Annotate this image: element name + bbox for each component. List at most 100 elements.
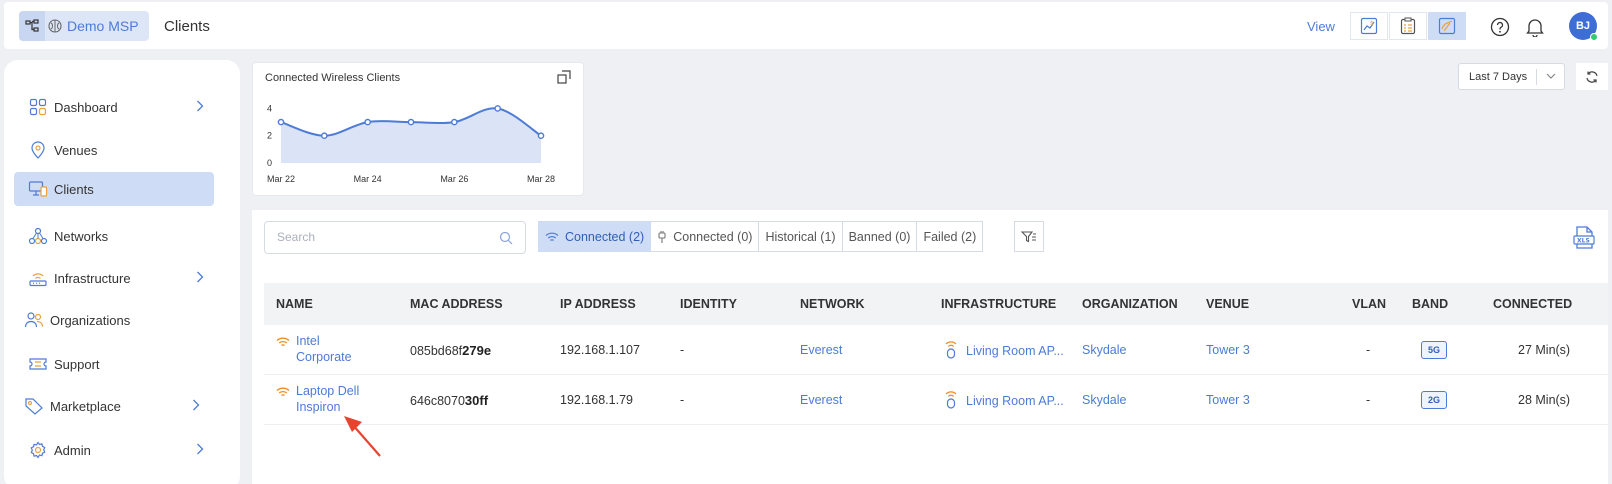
organization-link[interactable]: Skydale xyxy=(1082,393,1126,407)
tab-connected-wired[interactable]: Connected (0) xyxy=(651,221,760,252)
wired-plug-icon xyxy=(657,230,667,244)
org-name[interactable]: Demo MSP xyxy=(67,18,139,34)
refresh-button[interactable] xyxy=(1576,63,1608,90)
mac-prefix: 646c8070 xyxy=(410,394,465,408)
search-box[interactable] xyxy=(264,221,526,254)
chart-x-tick-label: Mar 22 xyxy=(267,174,295,184)
access-point-icon xyxy=(944,339,958,362)
chevron-right-icon xyxy=(193,399,200,411)
infrastructure-link[interactable]: Living Room AP... xyxy=(944,339,1064,362)
chart-point xyxy=(494,105,501,112)
infrastructure-link[interactable]: Living Room AP... xyxy=(944,389,1064,412)
ip-address: 192.168.1.79 xyxy=(560,393,633,407)
export-xls-button[interactable]: XLS xyxy=(1573,226,1595,255)
hierarchy-icon[interactable] xyxy=(19,11,45,41)
tab-label: Connected (0) xyxy=(673,229,753,244)
sidebar-item-organizations[interactable]: Organizations xyxy=(10,303,210,337)
date-range-value: Last 7 Days xyxy=(1469,70,1528,83)
venue-link[interactable]: Tower 3 xyxy=(1206,343,1250,357)
wifi-icon xyxy=(545,231,559,243)
client-name-link[interactable]: Laptop Dell Inspiron xyxy=(296,383,359,415)
sidebar-item-label: Networks xyxy=(54,228,109,244)
help-icon[interactable] xyxy=(1489,16,1511,38)
sidebar-item-networks[interactable]: Networks xyxy=(14,219,214,253)
column-header-organization[interactable]: ORGANIZATION xyxy=(1082,297,1178,311)
network-link[interactable]: Everest xyxy=(800,343,842,357)
client-name-link[interactable]: Intel Corporate xyxy=(296,333,352,365)
chevron-down-icon xyxy=(1546,73,1556,79)
sidebar-item-support[interactable]: Support xyxy=(14,347,214,381)
chart-point xyxy=(537,132,545,140)
band-badge: 2G xyxy=(1421,391,1447,409)
tab-historical[interactable]: Historical (1) xyxy=(759,221,843,252)
column-header-band[interactable]: BAND xyxy=(1412,297,1448,311)
tab-failed[interactable]: Failed (2) xyxy=(917,221,984,252)
table-row[interactable]: Laptop Dell Inspiron 646c807030ff 192.16… xyxy=(264,375,1608,425)
table-header: NAME MAC ADDRESS IP ADDRESS IDENTITY NET… xyxy=(264,283,1608,325)
users-icon xyxy=(22,308,46,332)
tab-label: Connected (2) xyxy=(565,229,645,244)
filter-button[interactable] xyxy=(1014,221,1044,252)
sidebar-item-dashboard[interactable]: Dashboard xyxy=(14,90,214,124)
org-switcher[interactable]: Demo MSP xyxy=(19,11,149,41)
avatar-initials: BJ xyxy=(1575,20,1591,32)
column-header-identity[interactable]: IDENTITY xyxy=(680,297,737,311)
view-finance-button[interactable]: $ xyxy=(1350,12,1388,40)
sidebar-item-label: Admin xyxy=(54,442,91,458)
date-range-select[interactable]: Last 7 Days xyxy=(1458,63,1565,90)
column-header-network[interactable]: NETWORK xyxy=(800,297,865,311)
chart-x-tick-label: Mar 26 xyxy=(440,174,468,184)
bell-icon[interactable] xyxy=(1524,16,1546,38)
client-name-cell[interactable]: Laptop Dell Inspiron xyxy=(276,383,359,415)
organization-link[interactable]: Skydale xyxy=(1082,343,1126,357)
router-icon xyxy=(26,266,50,290)
area-chart: 0 2 4 Mar 22 Mar 24 Mar 26 Mar 28 xyxy=(267,103,555,184)
infrastructure-name[interactable]: Living Room AP... xyxy=(966,344,1064,358)
network-map-icon xyxy=(1438,17,1456,35)
column-header-name[interactable]: NAME xyxy=(276,297,313,311)
network-link[interactable]: Everest xyxy=(800,393,842,407)
wifi-signal-icon xyxy=(276,335,290,365)
column-header-connected[interactable]: CONNECTED xyxy=(1493,297,1572,311)
mac-suffix: 279e xyxy=(462,343,492,358)
view-network-button[interactable] xyxy=(1428,12,1466,40)
svg-text:$: $ xyxy=(1370,20,1374,27)
sidebar-item-admin[interactable]: Admin xyxy=(14,433,214,467)
ticket-icon xyxy=(26,352,50,376)
mac-address: 085bd68f279e xyxy=(410,343,491,358)
venue-link[interactable]: Tower 3 xyxy=(1206,393,1250,407)
tab-connected-wireless[interactable]: Connected (2) xyxy=(538,221,652,252)
column-header-ip[interactable]: IP ADDRESS xyxy=(560,297,636,311)
client-name-line[interactable]: Laptop Dell xyxy=(296,383,359,399)
view-checklist-button[interactable] xyxy=(1389,12,1427,40)
column-header-venue[interactable]: VENUE xyxy=(1206,297,1249,311)
column-header-mac[interactable]: MAC ADDRESS xyxy=(410,297,503,311)
sidebar-item-label: Support xyxy=(54,356,100,372)
sidebar-item-marketplace[interactable]: Marketplace xyxy=(10,389,210,423)
tab-banned[interactable]: Banned (0) xyxy=(842,221,918,252)
client-name-line[interactable]: Inspiron xyxy=(296,399,359,415)
sidebar-item-venues[interactable]: Venues xyxy=(14,133,214,167)
table-row[interactable]: Intel Corporate 085bd68f279e 192.168.1.1… xyxy=(264,325,1608,375)
chart-point xyxy=(321,132,328,140)
annotation-arrow xyxy=(344,416,381,457)
view-label: View xyxy=(1307,19,1335,34)
column-header-vlan[interactable]: VLAN xyxy=(1352,297,1386,311)
user-avatar[interactable]: BJ xyxy=(1569,12,1598,41)
client-name-line[interactable]: Intel xyxy=(296,333,352,349)
client-name-line[interactable]: Corporate xyxy=(296,349,352,365)
connected-clients-chart-card: Connected Wireless Clients 0 2 4 Mar 22 Mar … xyxy=(252,62,584,196)
sidebar-item-clients[interactable]: Clients xyxy=(14,172,214,206)
chevron-right-icon xyxy=(197,100,204,112)
search-icon[interactable] xyxy=(499,231,513,245)
checklist-icon xyxy=(1400,17,1416,35)
client-name-cell[interactable]: Intel Corporate xyxy=(276,333,352,365)
sidebar-item-label: Clients xyxy=(54,181,94,197)
chart-y-tick-label: 4 xyxy=(267,103,272,113)
sidebar-item-infrastructure[interactable]: Infrastructure xyxy=(14,261,214,295)
search-input[interactable] xyxy=(277,230,487,244)
connected-duration: 28 Min(s) xyxy=(1518,393,1571,407)
ip-address: 192.168.1.107 xyxy=(560,343,640,357)
column-header-infrastructure[interactable]: INFRASTRUCTURE xyxy=(941,297,1056,311)
infrastructure-name[interactable]: Living Room AP... xyxy=(966,394,1064,408)
